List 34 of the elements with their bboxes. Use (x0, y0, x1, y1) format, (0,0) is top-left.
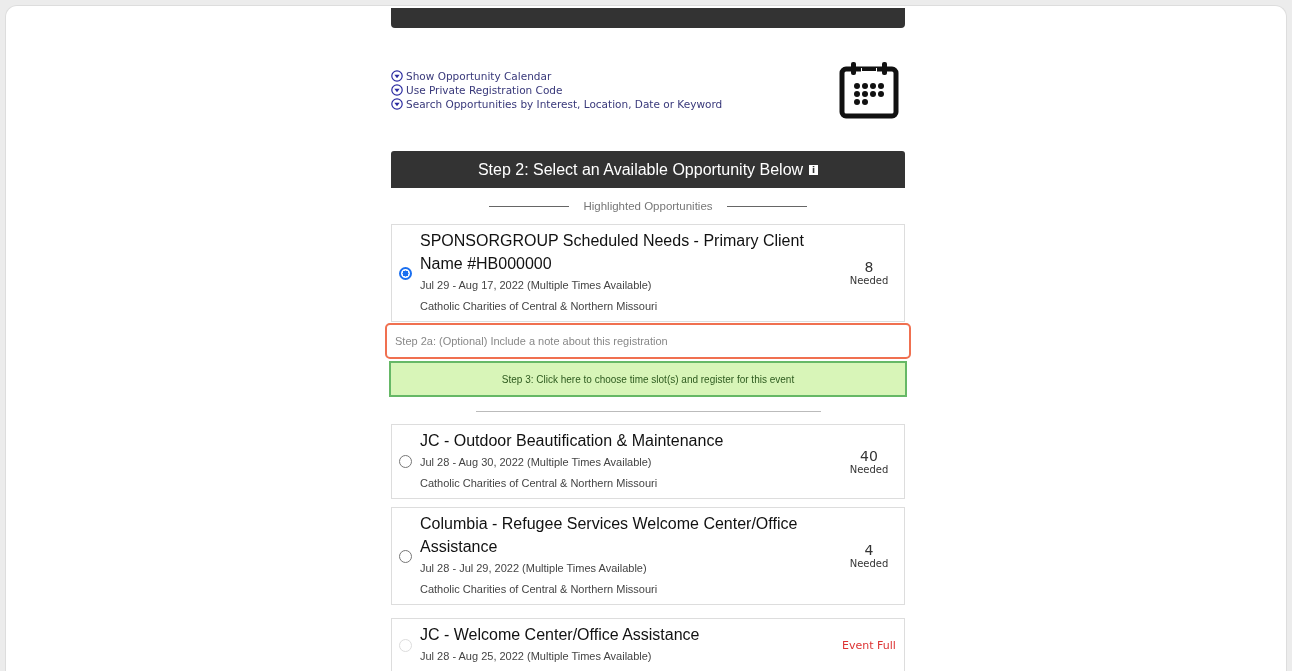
opportunity-card[interactable]: JC - Outdoor Beautification & Maintenance Jul 28 - Aug 30, 2022 (Multiple Times Available) Catholic Charities of Central & Northern Missouri 40 Needed (391, 424, 905, 499)
date-range: Jul 28 - Aug 25, 2022 (Multiple Times Available) (420, 649, 653, 664)
needed-count: 8 (864, 260, 874, 275)
opportunity-title: SPONSORGROUP Scheduled Needs - Primary Client Name #HB000000 (420, 231, 805, 274)
opportunity-title: JC - Welcome Center/Office Assistance (420, 625, 701, 645)
date-range: Jul 28 - Jul 29, 2022 (Multiple Times Available) (420, 561, 648, 576)
calendar-icon[interactable] (839, 61, 899, 119)
expand-link[interactable]: Use Private Registration Code (391, 84, 723, 96)
register-button[interactable]: Step 3: Click here to choose time slot(s) and register for this event (389, 361, 907, 397)
needed-count: 40 (860, 448, 878, 464)
organization-name: Catholic Charities of Central & Northern Missouri (420, 476, 659, 491)
date-range: Jul 28 - Aug 30, 2022 (Multiple Times Available) (420, 455, 653, 470)
info-icon[interactable]: i (809, 164, 819, 175)
opportunity-card[interactable]: SPONSORGROUP Scheduled Needs - Primary Client Name #HB000000 Jul 29 - Aug 17, 2022 (Multiple Times Available) Catholic Charities of Central & Northern Missouri 8 Needed (391, 224, 905, 322)
expand-link[interactable]: Show Opportunity Calendar (391, 70, 723, 82)
needed-label: Needed (849, 558, 889, 569)
chevron-down-icon (391, 70, 403, 82)
expand-link[interactable]: Search Opportunities by Interest, Location, Date or Keyword (391, 98, 723, 110)
chevron-down-icon (391, 84, 403, 96)
organization-name: Catholic Charities of Central & Northern Missouri (420, 582, 659, 597)
opportunity-title: Columbia - Refugee Services Welcome Center/Office Assistance (420, 514, 799, 557)
date-range: Jul 29 - Aug 17, 2022 (Multiple Times Available) (420, 278, 653, 293)
section-label: Highlighted Opportunities (583, 200, 713, 212)
opportunity-title: JC - Outdoor Beautification & Maintenance (420, 431, 725, 451)
needed-label: Needed (849, 463, 889, 475)
radio-button[interactable] (399, 266, 412, 280)
opportunity-card[interactable]: Columbia - Refugee Services Welcome Center/Office Assistance Jul 28 - Jul 29, 2022 (Multiple Times Available) Catholic Charities of Central & Northern Missouri 4 Needed (391, 507, 905, 605)
status-label: Event Full (842, 638, 896, 652)
needed-count: 4 (864, 543, 874, 558)
needed-label: Needed (849, 275, 889, 286)
note-field[interactable]: Step 2a: (Optional) Include a note about this registration (385, 323, 911, 359)
chevron-down-icon (391, 98, 403, 110)
step-title: Step 2: Select an Available Opportunity Below (477, 160, 804, 179)
organization-name: Catholic Charities of Central & Northern Missouri (420, 299, 659, 314)
